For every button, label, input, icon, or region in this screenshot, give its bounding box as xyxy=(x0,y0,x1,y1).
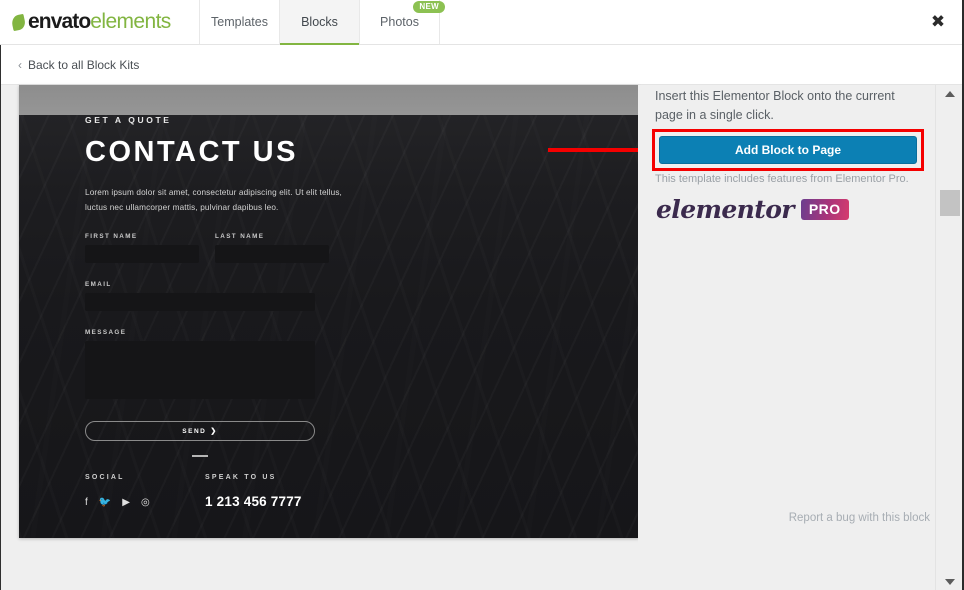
breadcrumb-label: Back to all Block Kits xyxy=(28,57,140,72)
add-block-label: Add Block to Page xyxy=(734,143,841,157)
social-label: SOCIAL xyxy=(85,474,125,482)
envato-elements-modal: envato elements Templates Blocks Photos N… xyxy=(0,0,964,590)
youtube-icon[interactable]: ▶ xyxy=(122,498,130,508)
last-name-field: LAST NAME xyxy=(215,233,329,264)
message-label: MESSAGE xyxy=(85,329,127,337)
envato-elements-logo[interactable]: envato elements xyxy=(0,0,200,44)
name-field-row: FIRST NAME LAST NAME xyxy=(85,233,573,264)
tab-blocks-label: Blocks xyxy=(301,15,338,29)
send-button-label: SEND xyxy=(182,427,207,435)
email-input[interactable] xyxy=(85,293,315,312)
preview-footer: SOCIAL f 🐦 ▶ ◎ SPEAK TO US 1 213 456 777… xyxy=(85,474,573,509)
logo-text-elements: elements xyxy=(90,10,171,33)
main-content: GET A QUOTE CONTACT US Lorem ipsum dolor… xyxy=(0,85,964,590)
block-preview-card[interactable]: GET A QUOTE CONTACT US Lorem ipsum dolor… xyxy=(19,85,639,538)
instagram-icon[interactable]: ◎ xyxy=(141,498,150,508)
intro-paragraph: Lorem ipsum dolor sit amet, consectetur … xyxy=(85,188,342,213)
contact-block-content: GET A QUOTE CONTACT US Lorem ipsum dolor… xyxy=(19,85,639,538)
close-glyph: ✖ xyxy=(930,12,946,31)
leaf-icon xyxy=(10,13,27,31)
tab-templates[interactable]: Templates xyxy=(200,0,280,44)
breadcrumb-bar: ‹ Back to all Block Kits xyxy=(0,45,964,85)
eyebrow-text: GET A QUOTE xyxy=(85,115,172,125)
first-name-field: FIRST NAME xyxy=(85,233,199,264)
scroll-up-button[interactable] xyxy=(936,85,964,102)
send-button[interactable]: SEND ❯ xyxy=(85,421,315,442)
elementor-pro-logo: elementor PRO xyxy=(656,195,849,224)
page-title: CONTACT US xyxy=(85,136,298,168)
back-to-block-kits-link[interactable]: ‹ Back to all Block Kits xyxy=(18,58,139,72)
phone-number: 1 213 456 7777 xyxy=(205,494,302,510)
window-left-border xyxy=(0,45,1,590)
close-icon[interactable]: ✖ xyxy=(912,0,964,44)
tab-blocks[interactable]: Blocks xyxy=(280,0,360,45)
chevron-right-icon: ❯ xyxy=(210,428,218,436)
scroll-down-button[interactable] xyxy=(936,573,964,590)
facebook-icon[interactable]: f xyxy=(85,498,88,508)
message-field-row: MESSAGE xyxy=(85,329,573,400)
caret-up-icon xyxy=(945,90,955,97)
top-bar-spacer xyxy=(440,0,912,44)
insert-panel: Insert this Elementor Block onto the cur… xyxy=(638,85,935,590)
social-icon-list: f 🐦 ▶ ◎ xyxy=(85,498,205,508)
twitter-icon[interactable]: 🐦 xyxy=(99,498,111,508)
speak-to-us-column: SPEAK TO US 1 213 456 7777 xyxy=(205,474,302,509)
email-field-row: EMAIL xyxy=(85,281,573,312)
pro-badge: PRO xyxy=(800,199,849,220)
top-bar: envato elements Templates Blocks Photos N… xyxy=(0,0,964,45)
speak-to-us-label: SPEAK TO US xyxy=(205,474,277,482)
tab-photos[interactable]: Photos NEW xyxy=(360,0,445,44)
caret-down-icon xyxy=(945,578,955,585)
new-badge: NEW xyxy=(413,1,445,13)
add-block-to-page-button[interactable]: Add Block to Page xyxy=(659,136,917,164)
chevron-left-icon: ‹ xyxy=(18,57,22,72)
tab-templates-label: Templates xyxy=(211,15,268,29)
social-column: SOCIAL f 🐦 ▶ ◎ xyxy=(85,474,205,509)
first-name-input[interactable] xyxy=(85,245,199,264)
vertical-scrollbar[interactable] xyxy=(935,85,964,590)
scrollbar-thumb[interactable] xyxy=(940,190,960,216)
tab-bar: Templates Blocks Photos NEW xyxy=(200,0,445,45)
logo-text-envato: envato xyxy=(28,10,91,33)
divider xyxy=(192,455,208,458)
message-textarea[interactable] xyxy=(85,341,315,400)
elementor-wordmark: elementor xyxy=(656,195,794,224)
insert-instructions: Insert this Elementor Block onto the cur… xyxy=(655,89,895,122)
message-field: MESSAGE xyxy=(85,329,315,400)
arrow-line xyxy=(548,148,644,152)
email-field: EMAIL xyxy=(85,281,315,312)
first-name-label: FIRST NAME xyxy=(85,233,138,241)
last-name-input[interactable] xyxy=(215,245,329,264)
email-label: EMAIL xyxy=(85,281,112,289)
last-name-label: LAST NAME xyxy=(215,233,265,241)
pro-features-note: This template includes features from Ele… xyxy=(655,173,909,185)
report-bug-link[interactable]: Report a bug with this block xyxy=(789,512,930,524)
tab-photos-label: Photos xyxy=(380,15,419,29)
